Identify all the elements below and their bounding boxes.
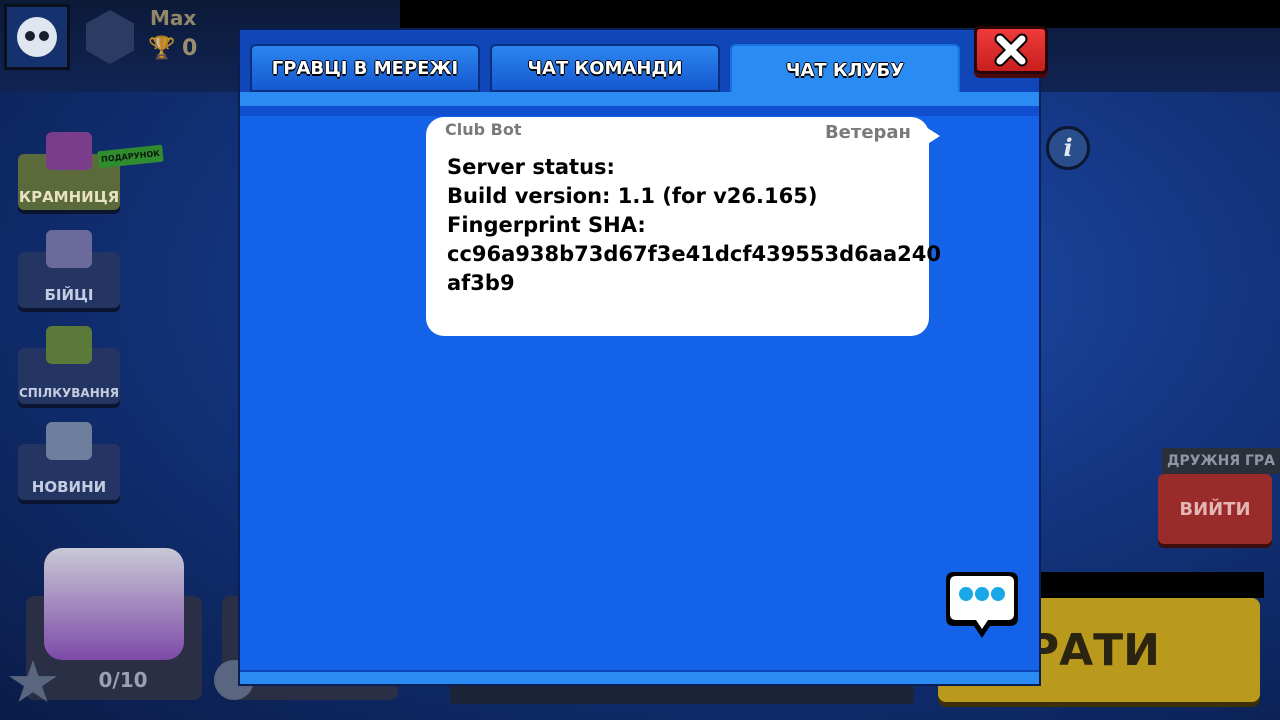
- sender-rank: Ветеран: [824, 122, 911, 143]
- social-icon: [46, 326, 92, 364]
- message-sender[interactable]: Club Bot: [445, 120, 521, 139]
- chat-bubble-icon: [946, 572, 1018, 638]
- brawlers-button[interactable]: БІЙЦІ: [18, 230, 120, 308]
- message-line: Server status:: [447, 155, 615, 179]
- trophy-icon: 🏆: [148, 36, 176, 61]
- tab-team-chat[interactable]: ЧАТ КОМАНДИ: [490, 44, 720, 92]
- shop-label: КРАМНИЦЯ: [18, 188, 120, 206]
- social-button[interactable]: СПІЛКУВАННЯ: [18, 326, 120, 404]
- shop-icon: [46, 132, 92, 170]
- friendly-game-label: ДРУЖНЯ ГРА: [1162, 448, 1280, 474]
- message-line: Build version: 1.1 (for v26.165): [447, 184, 818, 208]
- tab-divider: [240, 106, 1039, 116]
- bubble-tail: [926, 127, 940, 145]
- exit-label: ВИЙТИ: [1179, 498, 1251, 520]
- news-icon: [46, 422, 92, 460]
- info-icon[interactable]: i: [1046, 126, 1090, 170]
- news-button[interactable]: НОВИНИ: [18, 422, 120, 500]
- tab-underline: [240, 92, 1039, 106]
- lobby-top-strip: [400, 0, 1280, 28]
- social-label: СПІЛКУВАННЯ: [18, 386, 120, 400]
- skull-icon: [17, 17, 57, 57]
- message-line: cc96a938b73d67f3e41dcf439553d6aa240: [447, 242, 941, 266]
- brawlers-label: БІЙЦІ: [44, 286, 94, 304]
- tab-label: ЧАТ КЛУБУ: [785, 59, 905, 81]
- box-progress: 0/10: [98, 668, 148, 692]
- message-line: Fingerprint SHA:: [447, 213, 646, 237]
- shop-button[interactable]: КРАМНИЦЯ ПОДАРУНОК: [18, 132, 164, 210]
- close-button[interactable]: [974, 26, 1048, 74]
- brawlers-icon: [46, 230, 92, 268]
- play-strip: [1040, 572, 1264, 598]
- trophy-count: 0: [182, 36, 198, 61]
- tab-online-players[interactable]: ГРАВЦІ В МЕРЕЖІ: [250, 44, 480, 92]
- tab-label: ГРАВЦІ В МЕРЕЖІ: [271, 57, 459, 79]
- message-text: Server status: Build version: 1.1 (for v…: [447, 153, 941, 298]
- exit-button[interactable]: ВИЙТИ: [1158, 474, 1272, 544]
- news-label: НОВИНИ: [31, 478, 107, 496]
- dialog-footer: [240, 670, 1039, 684]
- message-line: af3b9: [447, 271, 515, 295]
- player-name: Max: [150, 6, 197, 30]
- tab-club-chat[interactable]: ЧАТ КЛУБУ: [730, 44, 960, 94]
- brawl-box-icon: [44, 548, 184, 660]
- close-icon: [994, 33, 1028, 67]
- event-bar: [450, 684, 914, 704]
- write-message-button[interactable]: [944, 566, 1020, 642]
- tab-label: ЧАТ КОМАНДИ: [527, 57, 683, 79]
- player-avatar[interactable]: [4, 4, 70, 70]
